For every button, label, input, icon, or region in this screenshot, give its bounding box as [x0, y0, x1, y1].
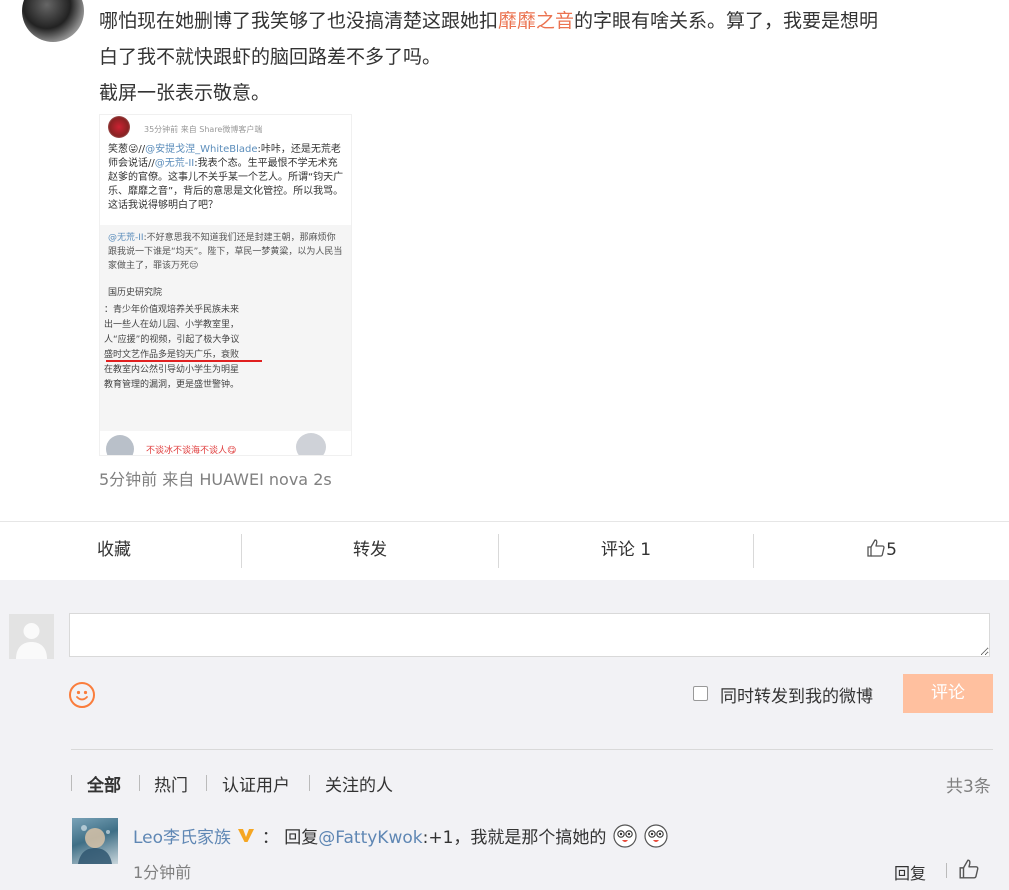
post-image[interactable]: 35分钟前 来自 Share微博客户端 笑葱😜//@安提戈涅_WhiteBlad…	[99, 114, 352, 456]
tab-all[interactable]: 全部	[87, 771, 121, 796]
shot-quote: @无荒-II:不好意思我不知道我们还是封建王朝，那麻烦你跟我说一下谁是“均天”。…	[100, 225, 351, 455]
shot-org: 国历史研究院	[108, 288, 163, 298]
divider	[71, 749, 993, 750]
mention-link[interactable]: @FattyKwok	[318, 828, 422, 848]
commenter-name[interactable]: Leo李氏家族	[133, 828, 231, 848]
comment-like-button[interactable]	[958, 858, 980, 880]
action-bar: 收藏 转发 评论 1 5	[0, 521, 1009, 581]
tab-verified[interactable]: 认证用户	[222, 771, 290, 796]
shot-comment: 不谈冰不谈海不谈人😋	[100, 431, 351, 456]
tab-following[interactable]: 关注的人	[325, 771, 393, 796]
submit-comment-button[interactable]: 评论	[903, 674, 993, 713]
forward-button[interactable]: 转发	[242, 522, 498, 580]
post-highlight-link[interactable]: 靡靡之音	[498, 10, 574, 32]
filter-separator	[71, 775, 72, 791]
shot-meta: 35分钟前 来自 Share微博客户端	[144, 125, 263, 134]
reply-word: 回复	[284, 828, 319, 848]
poster-avatar[interactable]	[22, 0, 84, 42]
shot-comment-name: 不谈冰不谈海不谈人😋	[146, 446, 237, 456]
comment-total: 共3条	[946, 777, 991, 797]
forward-checkbox-label[interactable]: 同时转发到我的微博	[720, 682, 873, 707]
shot-comment-avatar-2	[296, 433, 326, 455]
post-text-part: 的字眼有啥关系。算了，我要是想明	[574, 10, 879, 32]
post-text-line: 白了我不就快跟虾的脑回路差不多了吗。	[99, 46, 442, 68]
filter-separator	[206, 775, 207, 791]
comment-colon: ：	[261, 828, 279, 848]
sticker-emoji-icon	[613, 824, 637, 848]
post-text-part: 哪怕现在她删博了我笑够了也没搞清楚这跟她扣	[99, 10, 499, 32]
emoji-icon[interactable]	[69, 682, 95, 708]
like-button[interactable]: 5	[754, 522, 1009, 580]
comment-button[interactable]: 评论 1	[499, 522, 753, 580]
current-user-avatar	[9, 614, 54, 659]
shot-quote-text: @无荒-II:不好意思我不知道我们还是封建王朝，那麻烦你跟我说一下谁是“均天”。…	[108, 233, 343, 271]
favorite-button[interactable]: 收藏	[0, 522, 228, 580]
shot-comment-avatar	[106, 435, 134, 455]
like-count: 5	[886, 540, 897, 560]
forward-checkbox[interactable]	[693, 686, 708, 701]
comment-text: :+1，我就是那个搞她的	[422, 828, 607, 848]
sticker-emoji-icon	[644, 824, 668, 848]
filter-separator	[139, 775, 140, 791]
shot-body: 笑葱😜//@安提戈涅_WhiteBlade:咔咔，还是无荒老师会说话//@无荒-…	[108, 144, 344, 211]
reply-button[interactable]: 回复	[894, 860, 926, 884]
vip-badge-icon	[238, 829, 255, 842]
shot-article: ：青少年价值观培养关乎民族未来 出一些人在幼儿园、小学教室里， 人“应援”的视频…	[104, 305, 240, 390]
comment-line: Leo李氏家族 ： 回复@FattyKwok:+1，我就是那个搞她的	[133, 823, 669, 849]
post-meta: 5分钟前 来自 HUAWEI nova 2s	[99, 470, 332, 489]
tab-hot[interactable]: 热门	[154, 771, 188, 796]
shot-header: 35分钟前 来自 Share微博客户端	[100, 115, 351, 141]
comment-input[interactable]	[69, 613, 990, 657]
filter-separator	[309, 775, 310, 791]
thumbs-up-icon	[867, 539, 885, 557]
divider	[946, 863, 947, 878]
post-text-line: 截屏一张表示敬意。	[99, 82, 271, 104]
comment-time: 1分钟前	[133, 863, 192, 882]
shot-avatar	[108, 116, 130, 138]
red-underline	[106, 360, 262, 362]
thumbs-up-icon	[959, 859, 979, 879]
commenter-avatar[interactable]	[72, 818, 118, 864]
post-content: 哪怕现在她删博了我笑够了也没搞清楚这跟她扣靡靡之音的字眼有啥关系。算了，我要是想…	[99, 3, 979, 111]
default-avatar-icon	[9, 614, 54, 659]
